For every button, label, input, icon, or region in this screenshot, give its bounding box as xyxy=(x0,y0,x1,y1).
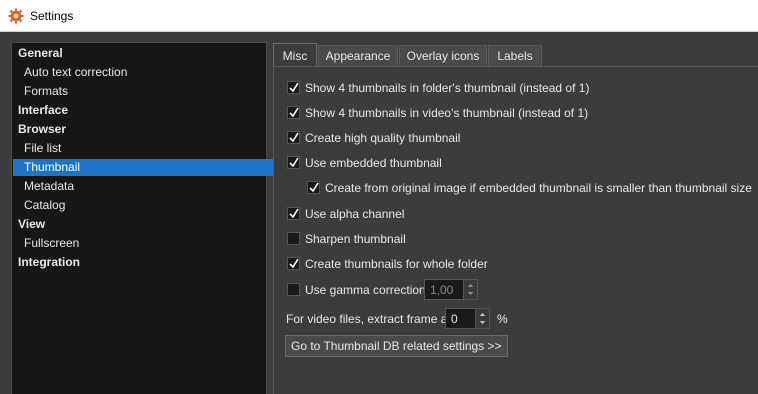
check-icon xyxy=(289,107,299,118)
video-frame-value: 0 xyxy=(451,312,458,326)
checkbox[interactable] xyxy=(287,257,300,270)
checkbox[interactable] xyxy=(287,283,300,296)
video-frame-spinbox[interactable]: 0 xyxy=(445,308,490,329)
option-label: Use alpha channel xyxy=(305,207,405,221)
sidebar-item-thumbnail[interactable]: Thumbnail xyxy=(13,159,276,176)
sidebar-item-interface[interactable]: Interface xyxy=(13,102,270,119)
sidebar-item-auto-text-correction[interactable]: Auto text correction xyxy=(13,64,276,81)
gamma-value-spinbox[interactable]: 1,00 xyxy=(424,279,478,300)
check-icon xyxy=(289,208,299,219)
checkbox[interactable] xyxy=(287,207,300,220)
spin-arrows-icon[interactable] xyxy=(463,280,477,299)
video-frame-label: For video files, extract frame at xyxy=(286,312,451,326)
tab-overlay-icons[interactable]: Overlay icons xyxy=(399,45,487,66)
sidebar-item-fullscreen[interactable]: Fullscreen xyxy=(13,235,276,252)
option-label: Create high quality thumbnail xyxy=(305,131,461,145)
check-icon xyxy=(289,82,299,93)
misc-tab-panel: Show 4 thumbnails in folder's thumbnail … xyxy=(273,66,758,394)
sidebar-item-general[interactable]: General xyxy=(13,45,270,62)
sidebar-item-integration[interactable]: Integration xyxy=(13,254,270,271)
option-label: Show 4 thumbnails in folder's thumbnail … xyxy=(305,81,590,95)
checkbox[interactable] xyxy=(287,232,300,245)
sidebar-item-catalog[interactable]: Catalog xyxy=(13,197,276,214)
window-title: Settings xyxy=(30,9,74,23)
sidebar-item-formats[interactable]: Formats xyxy=(13,83,276,100)
checkbox[interactable] xyxy=(287,131,300,144)
option-label: Show 4 thumbnails in video's thumbnail (… xyxy=(305,106,589,120)
tab-appearance[interactable]: Appearance xyxy=(318,45,398,66)
checkbox[interactable] xyxy=(287,156,300,169)
title-bar: Settings xyxy=(0,0,758,32)
checkbox[interactable] xyxy=(287,81,300,94)
option-label: Use embedded thumbnail xyxy=(305,156,442,170)
sidebar-item-file-list[interactable]: File list xyxy=(13,140,276,157)
tab-misc[interactable]: Misc xyxy=(273,43,317,67)
settings-category-tree[interactable]: General Auto text correction Formats Int… xyxy=(11,42,276,394)
sidebar-item-metadata[interactable]: Metadata xyxy=(13,178,276,195)
gamma-value: 1,00 xyxy=(430,283,454,297)
check-icon xyxy=(289,132,299,143)
video-frame-unit: % xyxy=(497,312,508,326)
sidebar-item-view[interactable]: View xyxy=(13,216,270,233)
check-icon xyxy=(289,157,299,168)
option-label: Create thumbnails for whole folder xyxy=(305,257,488,271)
check-icon xyxy=(309,182,319,193)
spin-arrows-icon[interactable] xyxy=(475,309,489,328)
option-label: Sharpen thumbnail xyxy=(305,232,406,246)
check-icon xyxy=(289,258,299,269)
app-gear-icon xyxy=(8,8,24,24)
thumbnail-db-settings-button[interactable]: Go to Thumbnail DB related settings >> xyxy=(285,335,508,357)
checkbox[interactable] xyxy=(287,106,300,119)
sidebar-item-browser[interactable]: Browser xyxy=(13,121,270,138)
checkbox[interactable] xyxy=(307,181,320,194)
option-label: Use gamma correction xyxy=(305,283,426,297)
tab-labels[interactable]: Labels xyxy=(488,45,542,66)
option-label: Create from original image if embedded t… xyxy=(325,181,752,195)
